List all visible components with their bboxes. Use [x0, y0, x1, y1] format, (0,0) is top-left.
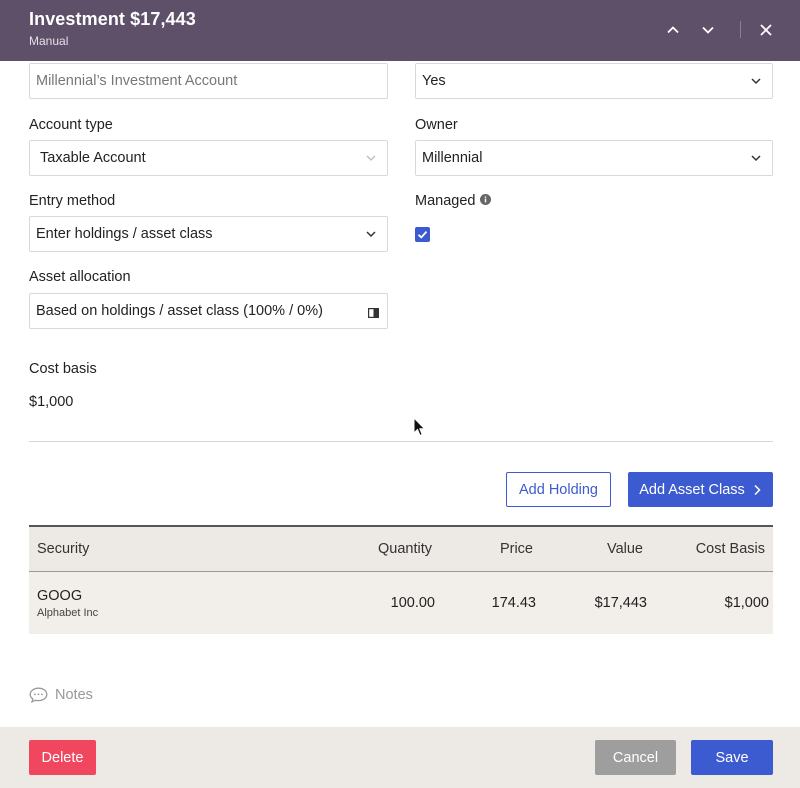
column-header-value: Value	[606, 541, 643, 557]
modal-footer: Delete Cancel Save	[0, 727, 800, 788]
speech-bubble-icon	[29, 687, 48, 703]
cost-basis-label: Cost basis	[29, 361, 97, 377]
account-name-input[interactable]: Millennial’s Investment Account	[29, 63, 388, 99]
mouse-cursor-icon	[413, 416, 426, 442]
owner-value: Millennial	[422, 150, 483, 166]
account-type-select[interactable]: Taxable Account	[29, 140, 388, 176]
asset-allocation-label: Asset allocation	[29, 269, 131, 285]
entry-method-label: Entry method	[29, 193, 116, 209]
panel-toggle-icon[interactable]	[368, 306, 380, 322]
managed-checkbox[interactable]	[415, 227, 430, 242]
security-name: Alphabet Inc	[37, 606, 99, 619]
add-holding-label: Add Holding	[519, 481, 598, 498]
account-type-label: Account type	[29, 117, 113, 133]
cost-basis-value: $1,000	[29, 394, 74, 410]
column-header-price: Price	[499, 541, 533, 557]
add-asset-class-button[interactable]: Add Asset Class	[628, 472, 773, 507]
entry-method-value: Enter holdings / asset class	[36, 226, 213, 242]
chevron-down-icon	[750, 75, 762, 87]
next-button[interactable]	[696, 18, 720, 42]
account-type-value: Taxable Account	[40, 150, 146, 166]
table-header: Security Quantity Price Value Cost Basis	[29, 525, 773, 572]
entry-method-select[interactable]: Enter holdings / asset class	[29, 216, 388, 252]
top-right-select-value: Yes	[422, 73, 446, 89]
delete-label: Delete	[41, 749, 84, 766]
asset-allocation-value: Based on holdings / asset class (100% / …	[36, 303, 323, 319]
delete-button[interactable]: Delete	[29, 740, 96, 775]
section-divider	[29, 441, 773, 442]
chevron-up-icon	[667, 26, 679, 34]
holdings-table: Security Quantity Price Value Cost Basis…	[29, 525, 773, 634]
price-cell: 174.43	[491, 595, 536, 611]
header-divider	[740, 21, 741, 38]
cancel-button[interactable]: Cancel	[595, 740, 676, 775]
modal-title: Investment $17,443	[29, 9, 196, 29]
close-button[interactable]	[754, 18, 778, 42]
add-asset-class-label: Add Asset Class	[639, 481, 745, 498]
chevron-right-icon	[754, 484, 761, 495]
value-cell: $17,443	[594, 595, 647, 611]
managed-label: Managed	[415, 193, 476, 209]
chevron-down-icon	[365, 228, 377, 240]
chevron-down-icon	[702, 26, 714, 34]
top-right-select[interactable]: Yes	[415, 63, 773, 99]
chevron-down-icon	[750, 152, 762, 164]
notes-toggle[interactable]: Notes	[29, 687, 93, 703]
notes-label: Notes	[55, 687, 93, 703]
table-row[interactable]: GOOG Alphabet Inc 100.00 174.43 $17,443 …	[29, 572, 773, 634]
column-header-cost-basis: Cost Basis	[695, 541, 765, 557]
owner-label: Owner	[415, 117, 458, 133]
asset-allocation-field[interactable]: Based on holdings / asset class (100% / …	[29, 293, 388, 329]
column-header-security: Security	[37, 541, 90, 557]
previous-button[interactable]	[661, 18, 685, 42]
checkmark-icon	[417, 230, 428, 239]
chevron-down-icon	[365, 152, 377, 164]
managed-label-wrap: Managed	[415, 193, 492, 209]
quantity-cell: 100.00	[390, 595, 435, 611]
account-name-placeholder: Millennial’s Investment Account	[36, 73, 238, 89]
column-header-quantity: Quantity	[378, 541, 432, 557]
security-symbol: GOOG	[37, 587, 83, 604]
save-label: Save	[715, 749, 749, 766]
modal-header: Investment $17,443 Manual	[0, 0, 800, 61]
add-holding-button[interactable]: Add Holding	[506, 472, 611, 507]
close-icon	[760, 24, 772, 36]
owner-select[interactable]: Millennial	[415, 140, 773, 176]
modal-subtitle: Manual	[29, 34, 69, 48]
security-cell: GOOG Alphabet Inc	[37, 572, 98, 634]
cancel-label: Cancel	[612, 749, 659, 766]
save-button[interactable]: Save	[691, 740, 773, 775]
info-icon	[480, 193, 492, 209]
cost-basis-cell: $1,000	[724, 595, 769, 611]
